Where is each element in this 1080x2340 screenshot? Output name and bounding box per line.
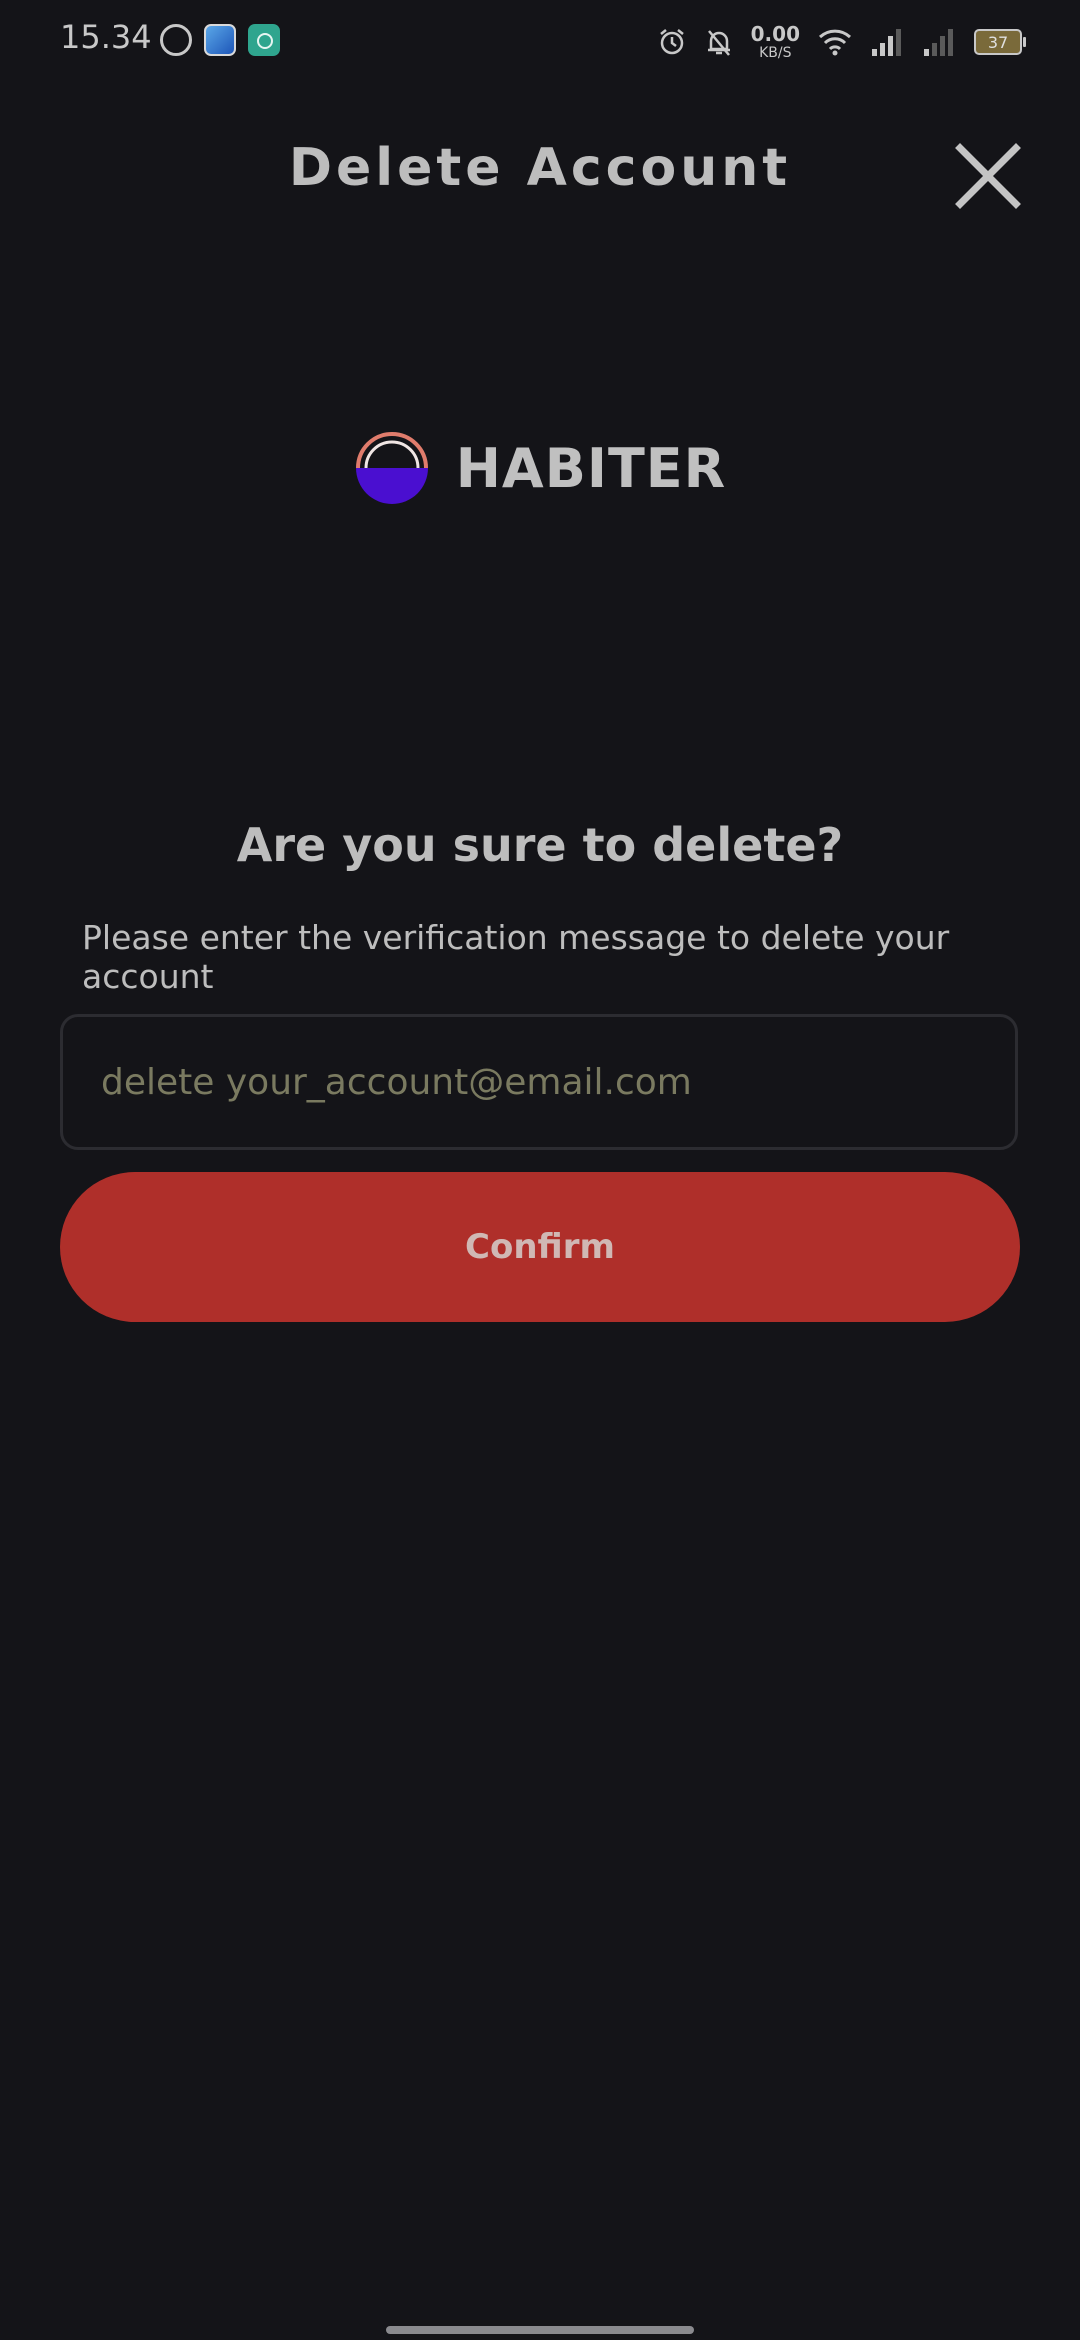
close-icon[interactable] xyxy=(954,142,1022,210)
verification-input[interactable] xyxy=(60,1014,1018,1150)
net-speed-value: 0.00 xyxy=(750,22,800,46)
habiter-logo-icon xyxy=(355,432,428,504)
home-indicator[interactable] xyxy=(386,2326,694,2334)
confirm-button[interactable]: Confirm xyxy=(60,1172,1020,1322)
net-speed-unit: KB/S xyxy=(759,45,792,61)
battery-level: 37 xyxy=(987,32,1009,52)
signal-icon-2 xyxy=(922,27,956,57)
battery-icon: 37 xyxy=(974,29,1026,55)
wifi-icon xyxy=(818,28,852,56)
status-time: 15.34 xyxy=(60,18,152,56)
mute-icon xyxy=(705,27,733,57)
green-app-icon xyxy=(248,24,280,56)
close-button[interactable] xyxy=(954,142,1022,210)
signal-icon xyxy=(870,27,904,57)
alarm-icon xyxy=(657,27,687,57)
app-logo: HABITER xyxy=(0,430,1080,506)
status-bar: 15.34 0.00 KB/S 37 xyxy=(0,0,1080,80)
logo-name: HABITER xyxy=(455,436,727,500)
status-icons: 0.00 KB/S 37 xyxy=(657,20,1026,64)
net-speed: 0.00 KB/S xyxy=(751,24,800,60)
blue-app-icon xyxy=(204,24,236,56)
whatsapp-icon xyxy=(160,24,192,56)
page-title: Delete Account xyxy=(288,138,792,198)
delete-question: Are you sure to delete? xyxy=(236,818,844,872)
delete-instruction: Please enter the verification message to… xyxy=(82,918,950,996)
